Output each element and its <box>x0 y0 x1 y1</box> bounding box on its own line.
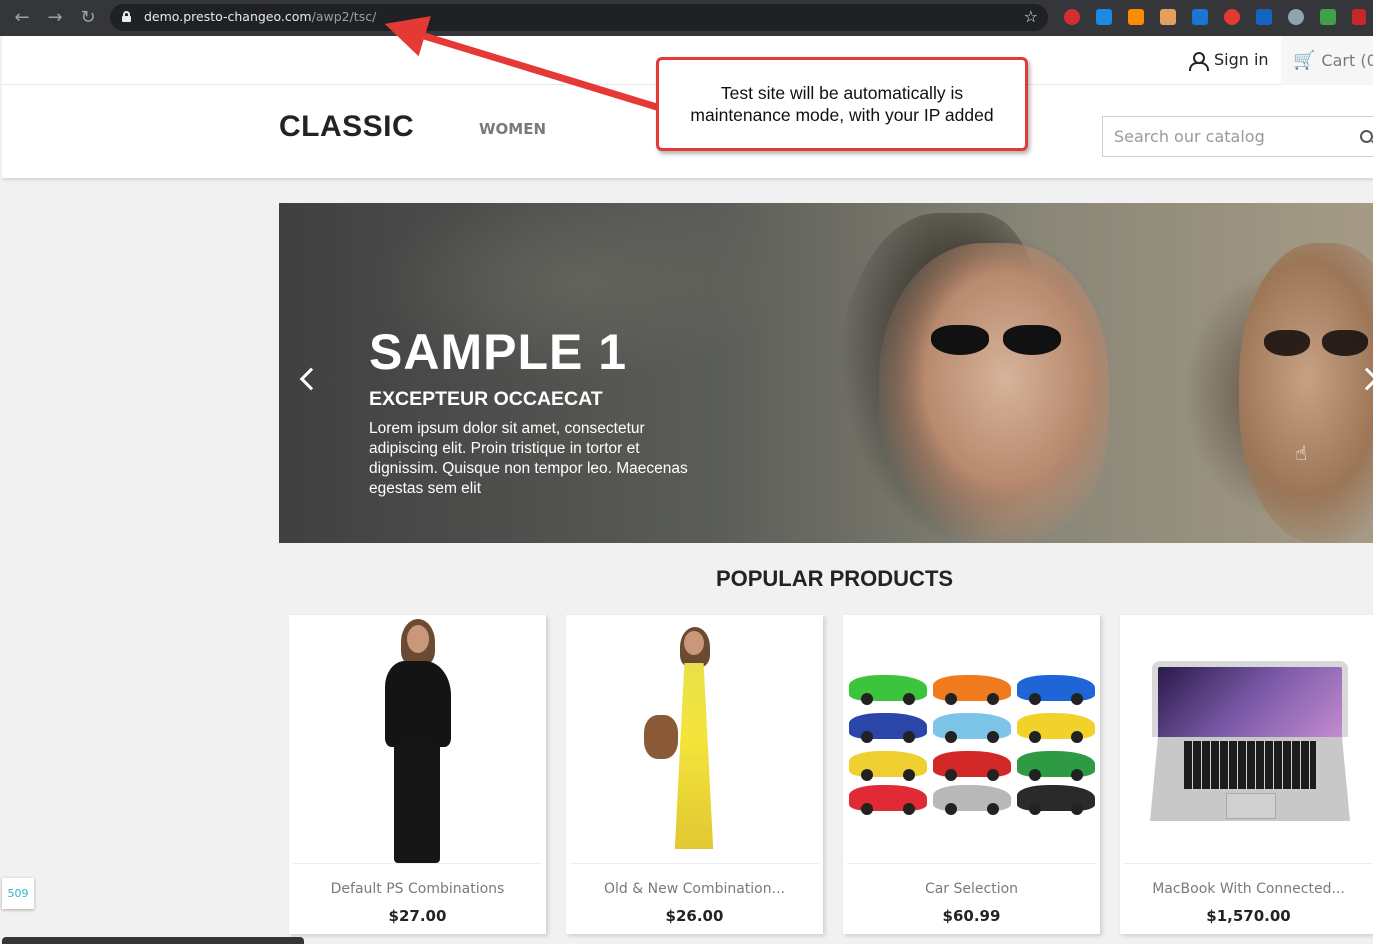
annotation-callout: Test site will be automatically is maint… <box>656 57 1028 151</box>
